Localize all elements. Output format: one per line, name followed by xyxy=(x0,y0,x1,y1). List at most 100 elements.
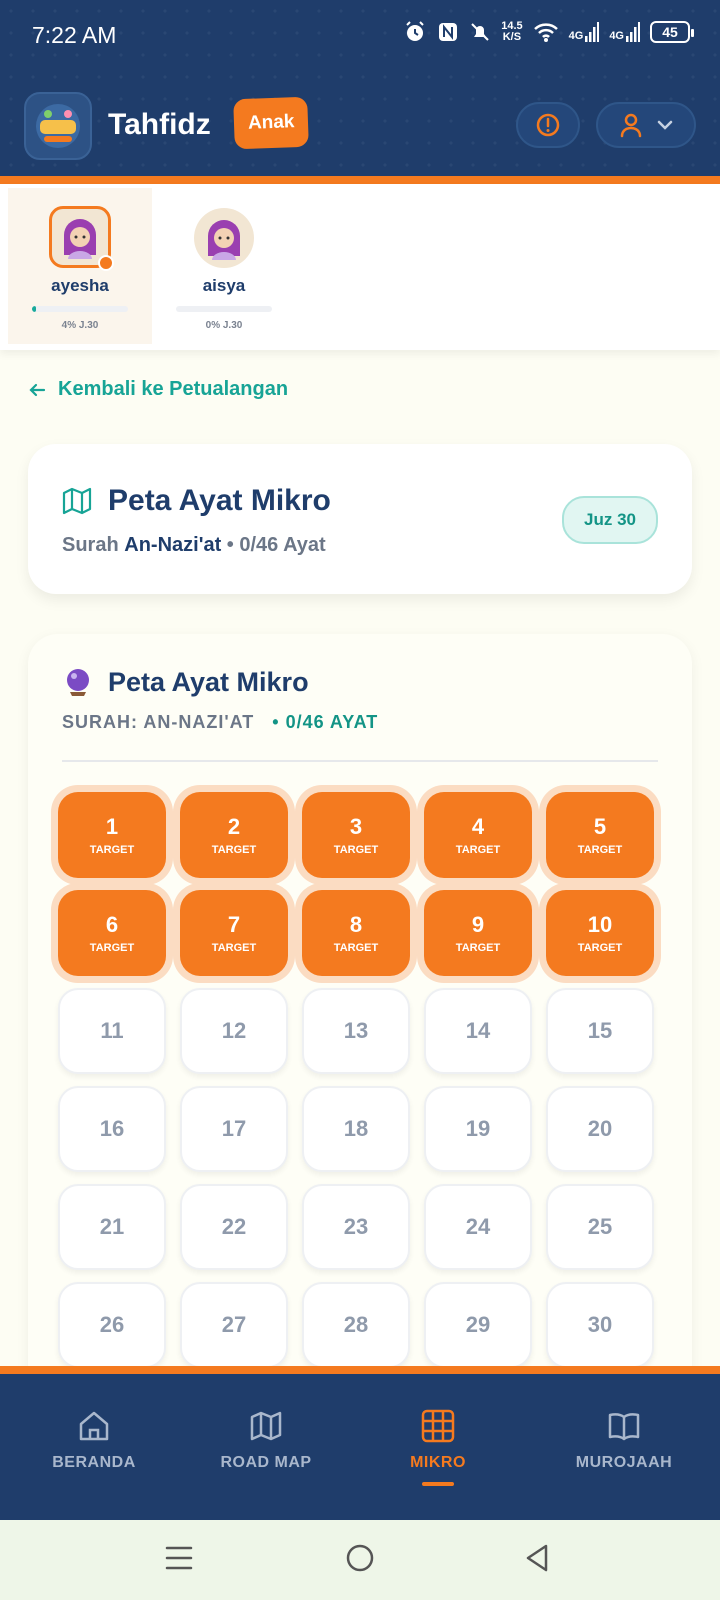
verse-number: 20 xyxy=(587,1116,613,1141)
verse-cell-26[interactable]: 26 xyxy=(58,1282,166,1368)
verse-cell-24[interactable]: 24 xyxy=(424,1184,532,1270)
verse-cell-8[interactable]: 8 TARGET xyxy=(302,890,410,976)
system-nav-bar xyxy=(0,1520,720,1600)
home-circle-icon[interactable] xyxy=(344,1542,376,1574)
verse-cell-14[interactable]: 14 xyxy=(424,988,532,1074)
map-icon xyxy=(62,487,92,515)
verse-grid: 1 TARGET 2 TARGET 3 TARGET 4 TARGET 5 TARGET 6 TARG… xyxy=(58,792,662,1368)
wifi-icon xyxy=(533,23,558,42)
verse-cell-6[interactable]: 6 TARGET xyxy=(58,890,166,976)
child-selector: ayesha 4% J.30 aisya 0% J.30 xyxy=(0,184,720,350)
signal-1-icon: 4G xyxy=(569,22,600,42)
app-logo[interactable] xyxy=(24,92,92,160)
verse-number: 11 xyxy=(100,1018,124,1043)
crystal-ball-icon xyxy=(67,669,89,696)
verse-cell-25[interactable]: 25 xyxy=(546,1184,654,1270)
verse-cell-15[interactable]: 15 xyxy=(546,988,654,1074)
verse-number: 23 xyxy=(343,1214,369,1239)
verse-cell-30[interactable]: 30 xyxy=(546,1282,654,1368)
verse-status-label: TARGET xyxy=(211,942,257,954)
verse-cell-23[interactable]: 23 xyxy=(302,1184,410,1270)
back-triangle-icon[interactable] xyxy=(522,1542,552,1574)
child-tab-ayesha[interactable]: ayesha 4% J.30 xyxy=(8,188,152,344)
girl-avatar-icon xyxy=(64,219,96,259)
verse-cell-21[interactable]: 21 xyxy=(58,1184,166,1270)
book-icon xyxy=(608,1413,640,1441)
verse-status-label: TARGET xyxy=(455,942,501,954)
home-icon xyxy=(79,1411,109,1441)
verse-cell-19[interactable]: 19 xyxy=(424,1086,532,1172)
verse-cell-17[interactable]: 17 xyxy=(180,1086,288,1172)
verse-number: 17 xyxy=(221,1116,247,1141)
verse-cell-5[interactable]: 5 TARGET xyxy=(546,792,654,878)
verse-cell-1[interactable]: 1 TARGET xyxy=(58,792,166,878)
verse-number: 21 xyxy=(99,1214,125,1239)
verse-cell-7[interactable]: 7 TARGET xyxy=(180,890,288,976)
verse-cell-9[interactable]: 9 TARGET xyxy=(424,890,532,976)
verse-number: 2 xyxy=(227,814,241,839)
child-progress-bar xyxy=(176,306,272,312)
app-title: Tahfidz xyxy=(108,108,211,141)
header-accent-line xyxy=(0,176,720,184)
user-menu-button[interactable] xyxy=(596,102,696,148)
verse-number: 19 xyxy=(465,1116,491,1141)
nav-road-map[interactable]: ROAD MAP xyxy=(186,1408,346,1472)
verse-cell-16[interactable]: 16 xyxy=(58,1086,166,1172)
verse-number: 14 xyxy=(465,1018,491,1043)
verse-number: 10 xyxy=(587,912,613,937)
verse-number: 25 xyxy=(587,1214,613,1239)
chevron-down-icon xyxy=(657,120,673,130)
card-title: Peta Ayat Mikro xyxy=(62,666,309,698)
surah-info-card: Peta Ayat Mikro Surah An-Nazi'at • 0/46 … xyxy=(28,444,692,594)
nav-beranda[interactable]: BERANDA xyxy=(14,1408,174,1472)
child-progress-label: 4% J.30 xyxy=(61,320,99,331)
verse-cell-11[interactable]: 11 xyxy=(58,988,166,1074)
verse-cell-29[interactable]: 29 xyxy=(424,1282,532,1368)
signal-2-icon: 4G xyxy=(609,22,640,42)
verse-cell-18[interactable]: 18 xyxy=(302,1086,410,1172)
back-link[interactable]: Kembali ke Petualangan xyxy=(28,378,288,401)
verse-cell-13[interactable]: 13 xyxy=(302,988,410,1074)
verse-number: 5 xyxy=(593,814,607,839)
verse-number: 15 xyxy=(587,1018,613,1043)
verse-number: 30 xyxy=(587,1312,613,1337)
verse-cell-27[interactable]: 27 xyxy=(180,1282,288,1368)
verse-cell-28[interactable]: 28 xyxy=(302,1282,410,1368)
verse-status-label: TARGET xyxy=(211,844,257,856)
verse-status-label: TARGET xyxy=(455,844,501,856)
verse-number: 8 xyxy=(349,912,363,937)
nav-murojaah[interactable]: MUROJAAH xyxy=(544,1408,704,1472)
verse-number: 28 xyxy=(343,1312,369,1337)
card-subtitle: Surah An-Nazi'at • 0/46 Ayat xyxy=(62,534,326,556)
verse-cell-2[interactable]: 2 TARGET xyxy=(180,792,288,878)
verse-number: 3 xyxy=(349,814,363,839)
verse-cell-12[interactable]: 12 xyxy=(180,988,288,1074)
grid-icon xyxy=(421,1409,455,1443)
verse-number: 24 xyxy=(465,1214,491,1239)
verse-cell-4[interactable]: 4 TARGET xyxy=(424,792,532,878)
menu-icon[interactable] xyxy=(164,1542,194,1574)
verse-number: 29 xyxy=(465,1312,491,1337)
verse-status-label: TARGET xyxy=(333,942,379,954)
verse-number: 27 xyxy=(221,1312,247,1337)
child-tab-aisya[interactable]: aisya 0% J.30 xyxy=(152,188,296,344)
verse-cell-10[interactable]: 10 TARGET xyxy=(546,890,654,976)
app-header-area: 7:22 AM 14.5 K/S 4G 4G 45 Tahfidz Anak xyxy=(0,0,720,184)
verse-status-label: TARGET xyxy=(577,844,623,856)
verse-cell-22[interactable]: 22 xyxy=(180,1184,288,1270)
verse-cell-3[interactable]: 3 TARGET xyxy=(302,792,410,878)
verse-cell-20[interactable]: 20 xyxy=(546,1086,654,1172)
verse-number: 1 xyxy=(105,814,119,839)
arrow-left-icon xyxy=(29,383,46,396)
verse-map-card: Peta Ayat Mikro SURAH: AN-NAZI'AT • 0/46 … xyxy=(28,634,692,1394)
alert-button[interactable] xyxy=(516,102,580,148)
active-indicator xyxy=(98,255,114,271)
status-time: 7:22 AM xyxy=(32,22,117,48)
verse-number: 22 xyxy=(221,1214,247,1239)
surah-name: An-Nazi'at xyxy=(124,534,222,556)
avatar xyxy=(49,206,114,271)
verse-number: 4 xyxy=(471,814,485,839)
verse-number: 26 xyxy=(99,1312,125,1337)
app-header: Tahfidz Anak xyxy=(0,84,720,176)
nav-mikro[interactable]: MIKRO xyxy=(358,1408,518,1486)
